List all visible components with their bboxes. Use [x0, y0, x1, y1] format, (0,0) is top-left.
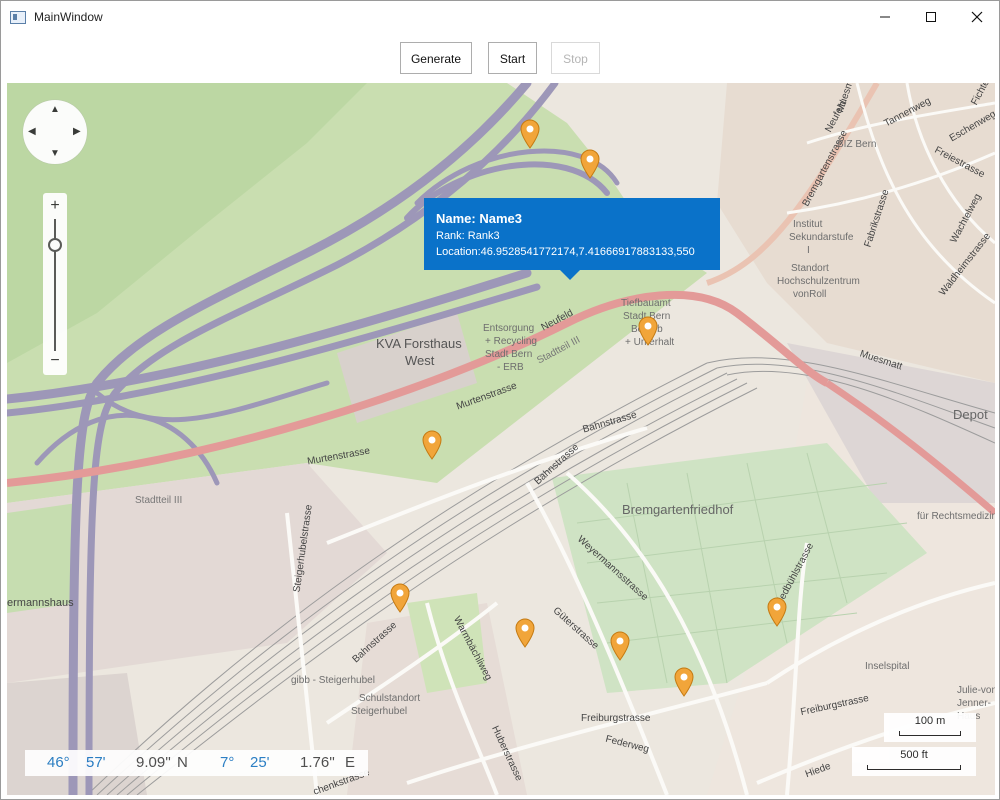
map-pin-icon[interactable] [519, 119, 541, 149]
minimize-icon[interactable] [862, 1, 908, 33]
lat-degrees: 46° [47, 754, 70, 771]
map-label-bremgartenfriedhof: Bremgartenfriedhof [622, 502, 734, 517]
window-title: MainWindow [34, 10, 103, 24]
close-icon[interactable] [954, 1, 999, 33]
map-tiles [7, 83, 995, 795]
maximize-icon[interactable] [908, 1, 954, 33]
zoom-out-button[interactable]: − [43, 353, 67, 369]
map-label-stadt-bern: Stadt Bern [485, 349, 533, 360]
map-pin-icon[interactable] [514, 618, 536, 648]
scale-imperial-bar [867, 765, 961, 770]
zoom-in-button[interactable]: + [43, 198, 67, 214]
map-pin-icon[interactable] [421, 430, 443, 460]
coordinate-readout: 46° 57' 9.09'' N 7° 25' 1.76'' E [25, 750, 368, 776]
scale-metric-label: 100 m [914, 715, 946, 727]
map-label-entsorgung: Entsorgung [483, 323, 535, 334]
callout-location: Location:46.9528541772174,7.416669178831… [436, 246, 695, 258]
map-label-steigerhubel: Steigerhubel [351, 706, 408, 717]
map-label-inselspital: Inselspital [865, 661, 910, 672]
map-pin-icon[interactable] [389, 583, 411, 613]
map-label-rechtsmedizin: für Rechtsmedizin [917, 511, 995, 522]
pan-left-icon[interactable]: ◀ [28, 127, 36, 137]
stop-button: Stop [551, 42, 600, 74]
map-label-freiburgstrasse: Freiburgstrasse [581, 713, 651, 724]
map-pin-icon[interactable] [766, 597, 788, 627]
map-pin-icon[interactable] [609, 631, 631, 661]
pan-right-icon[interactable]: ▶ [73, 127, 81, 137]
lat-direction: N [177, 754, 188, 771]
scale-imperial-label: 500 ft [900, 749, 928, 761]
toolbar: Generate Start Stop [1, 33, 999, 83]
pin-info-callout: Name: Name3 Rank: Rank3 Location:46.9528… [424, 198, 720, 280]
callout-rank: Rank: Rank3 [436, 230, 500, 242]
lat-seconds: 9.09'' [136, 754, 171, 771]
start-button[interactable]: Start [488, 42, 537, 74]
map-label-ermannshaus: ermannshaus [7, 597, 74, 609]
generate-button[interactable]: Generate [400, 42, 472, 74]
map-label-kva-west: West [405, 353, 435, 368]
map-pin-icon[interactable] [579, 149, 601, 179]
pan-up-icon[interactable]: ▲ [50, 105, 60, 115]
map-label-biz: BIZ Bern [837, 139, 877, 150]
pan-control[interactable]: ▲ ▼ ◀ ▶ [23, 100, 87, 164]
scale-metric: 100 m [884, 713, 976, 742]
map-label-kva: KVA Forsthaus [376, 336, 462, 351]
callout-name: Name: Name3 [436, 211, 522, 226]
map-pin-icon[interactable] [673, 667, 695, 697]
lon-degrees: 7° [220, 754, 235, 771]
map-label-gibb: gibb - Steigerhubel [291, 675, 375, 686]
map-label-depot: Depot [953, 407, 988, 422]
map-pin-icon[interactable] [637, 316, 659, 346]
lon-seconds: 1.76'' [300, 754, 335, 771]
map-label-julie-2: Jenner- [957, 698, 991, 709]
map-label-stadtteil-2: Stadtteil III [135, 495, 183, 506]
scale-metric-bar [899, 731, 961, 736]
lat-minutes: 57' [86, 754, 106, 771]
map-view[interactable]: KVA Forsthaus West Entsorgung + Recyclin… [7, 83, 995, 795]
pan-down-icon[interactable]: ▼ [50, 149, 60, 159]
map-label-institut: Institut [793, 219, 823, 230]
zoom-slider-thumb[interactable] [48, 238, 62, 253]
map-label-standort: Standort [791, 263, 829, 274]
map-label-tiefbauamt: Tiefbauamt [621, 298, 671, 309]
map-label-sekundarstufe: Sekundarstufe [789, 232, 854, 243]
map-label-erb: - ERB [497, 362, 524, 373]
map-label-vonroll: vonRoll [793, 289, 827, 300]
map-label-i: I [807, 245, 810, 256]
lon-direction: E [345, 754, 356, 771]
map-label-schulstandort: Schulstandort [359, 693, 421, 704]
zoom-control[interactable]: + − [43, 193, 67, 375]
scale-imperial: 500 ft [852, 747, 976, 776]
lon-minutes: 25' [250, 754, 270, 771]
main-window: MainWindow Generate Start Stop KVA Forst… [0, 0, 1000, 800]
app-icon [10, 11, 26, 24]
title-bar: MainWindow [1, 1, 999, 33]
map-label-julie-1: Julie-von- [957, 685, 995, 696]
map-label-hochschulzentrum: Hochschulzentrum [777, 276, 860, 287]
map-label-recycling: + Recycling [485, 336, 537, 347]
